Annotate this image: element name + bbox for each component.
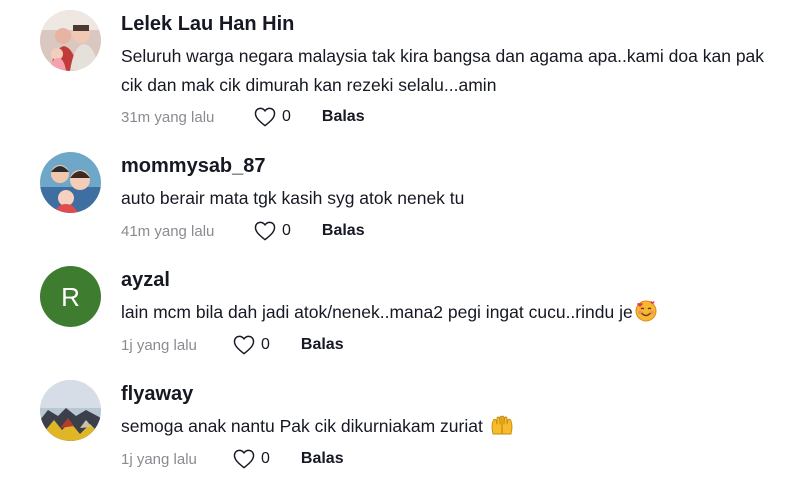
avatar[interactable] (40, 10, 101, 71)
reply-button[interactable]: Balas (301, 450, 344, 468)
avatar[interactable]: R (40, 266, 101, 327)
comment-text: lain mcm bila dah jadi atok/nenek..mana2… (121, 298, 781, 331)
comment-text: auto berair mata tgk kasih syg atok nene… (121, 188, 465, 208)
comment-meta: 31m yang lalu 0 Balas (121, 105, 365, 129)
avatar[interactable] (40, 380, 101, 441)
avatar-photo (40, 380, 101, 441)
heart-outline-icon (233, 335, 255, 355)
heart-outline-icon (233, 449, 255, 469)
comment-list: Lelek Lau Han Hin Seluruh warga negara m… (0, 0, 799, 479)
comment-body: mommysab_87 auto berair mata tgk kasih s… (121, 152, 781, 213)
comment-text-content: lain mcm bila dah jadi atok/nenek..mana2… (121, 302, 633, 322)
comment-body: Lelek Lau Han Hin Seluruh warga negara m… (121, 10, 781, 100)
avatar-photo (40, 152, 101, 213)
comment-body: ayzal lain mcm bila dah jadi atok/nenek.… (121, 266, 781, 331)
comment-meta: 41m yang lalu 0 Balas (121, 219, 365, 243)
comment-text: semoga anak nantu Pak cik dikurniakam zu… (121, 412, 781, 445)
comment-text-content: semoga anak nantu Pak cik dikurniakam zu… (121, 416, 483, 436)
like-button[interactable]: 0 (254, 107, 291, 127)
like-count: 0 (282, 222, 291, 239)
avatar-photo (40, 10, 101, 71)
smiling-face-with-hearts-icon (635, 300, 657, 331)
like-button[interactable]: 0 (254, 221, 291, 241)
like-button[interactable]: 0 (233, 449, 270, 469)
comment-username[interactable]: flyaway (121, 380, 781, 408)
comment-time: 31m yang lalu (121, 108, 215, 126)
avatar[interactable] (40, 152, 101, 213)
comment-time: 1j yang lalu (121, 336, 197, 354)
like-count: 0 (261, 336, 270, 353)
comment-body: flyaway semoga anak nantu Pak cik dikurn… (121, 380, 781, 445)
comment-meta: 1j yang lalu 0 Balas (121, 333, 344, 357)
reply-button[interactable]: Balas (322, 222, 365, 240)
comment-text: Seluruh warga negara malaysia tak kira b… (121, 46, 765, 95)
comment-username[interactable]: Lelek Lau Han Hin (121, 10, 781, 38)
heart-outline-icon (254, 221, 276, 241)
comment-meta: 1j yang lalu 0 Balas (121, 447, 344, 471)
like-count: 0 (261, 450, 270, 467)
like-button[interactable]: 0 (233, 335, 270, 355)
like-count: 0 (282, 108, 291, 125)
comment-username[interactable]: mommysab_87 (121, 152, 781, 180)
avatar-letter: R (61, 281, 80, 312)
open-hands-icon (490, 414, 514, 445)
comment-username[interactable]: ayzal (121, 266, 781, 294)
reply-button[interactable]: Balas (322, 108, 365, 126)
comment-time: 41m yang lalu (121, 222, 215, 240)
reply-button[interactable]: Balas (301, 336, 344, 354)
comment-time: 1j yang lalu (121, 450, 197, 468)
heart-outline-icon (254, 107, 276, 127)
